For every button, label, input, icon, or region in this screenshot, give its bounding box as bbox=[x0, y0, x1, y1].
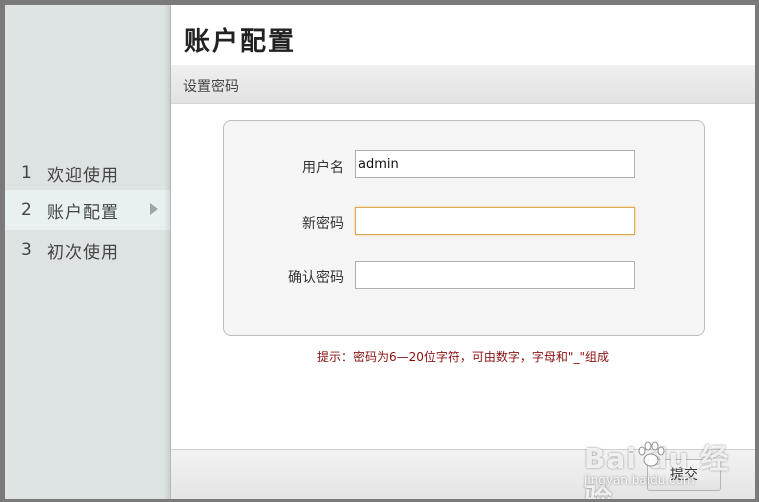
step-label: 账户配置 bbox=[47, 202, 119, 223]
new-password-label: 新密码 bbox=[302, 216, 344, 232]
page-title: 账户配置 bbox=[184, 27, 297, 57]
section-header: 设置密码 bbox=[171, 65, 755, 104]
main-panel: 账户配置 设置密码 用户名 新密码 确认密码 提示：密码为6—20位字符，可由数… bbox=[171, 5, 755, 499]
step-welcome[interactable]: 1 欢迎使用 bbox=[5, 153, 170, 193]
submit-button[interactable]: 提交 bbox=[647, 459, 721, 491]
confirm-password-label: 确认密码 bbox=[288, 270, 344, 286]
confirm-password-field[interactable] bbox=[355, 261, 635, 289]
step-label: 初次使用 bbox=[47, 242, 119, 263]
steps-sidebar: 1 欢迎使用 2 账户配置 3 初次使用 bbox=[5, 5, 171, 499]
step-number: 1 bbox=[21, 163, 32, 183]
footer-bar: 提交 bbox=[171, 449, 755, 499]
step-account-config[interactable]: 2 账户配置 bbox=[5, 190, 170, 230]
step-label: 欢迎使用 bbox=[47, 165, 119, 186]
username-field[interactable] bbox=[355, 150, 635, 178]
password-form: 用户名 新密码 确认密码 bbox=[223, 120, 705, 336]
password-hint: 提示：密码为6—20位字符，可由数字，字母和"_"组成 bbox=[317, 350, 609, 364]
step-first-use[interactable]: 3 初次使用 bbox=[5, 230, 170, 270]
setup-window: 1 欢迎使用 2 账户配置 3 初次使用 账户配置 设置密码 用户名 新密码 确… bbox=[5, 5, 755, 499]
step-number: 2 bbox=[21, 200, 32, 220]
step-number: 3 bbox=[21, 240, 32, 260]
active-step-arrow-icon bbox=[150, 203, 158, 215]
username-label: 用户名 bbox=[302, 160, 344, 176]
section-title: 设置密码 bbox=[183, 79, 239, 95]
new-password-field[interactable] bbox=[355, 207, 635, 235]
